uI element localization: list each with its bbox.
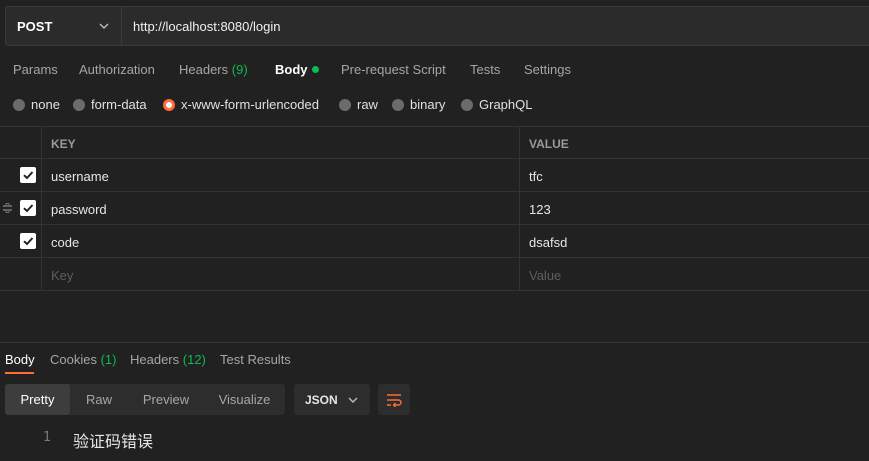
column-divider: [519, 225, 520, 257]
response-headers-count: (12): [182, 352, 206, 367]
column-divider: [519, 192, 520, 224]
row-checkbox[interactable]: [20, 200, 36, 216]
request-url-bar: POST http://localhost:8080/login: [5, 6, 869, 46]
radio-graphql[interactable]: GraphQL: [461, 97, 532, 112]
radio-circle-icon: [461, 98, 473, 111]
response-body-text: 验证码错误: [73, 432, 154, 451]
method-label: POST: [17, 18, 53, 34]
key-placeholder-input[interactable]: Key: [51, 268, 73, 283]
radio-none[interactable]: none: [13, 97, 60, 112]
tab-body-label: Body: [275, 62, 308, 77]
column-divider: [41, 159, 42, 191]
column-divider: [519, 127, 520, 158]
radio-selected-icon: [163, 98, 175, 111]
table-row: username tfc: [0, 159, 869, 192]
response-tab-test-results[interactable]: Test Results: [220, 352, 291, 367]
column-divider: [41, 258, 42, 290]
wrap-lines-button[interactable]: [378, 384, 410, 415]
radio-none-label: none: [31, 97, 60, 112]
response-code-line: 1 验证码错误: [0, 428, 869, 451]
column-divider: [41, 127, 42, 158]
response-tab-body[interactable]: Body: [5, 352, 35, 367]
body-type-radios: none form-data x-www-form-urlencoded raw…: [0, 97, 869, 115]
row-checkbox[interactable]: [20, 233, 36, 249]
table-row: password 123: [0, 192, 869, 225]
tab-headers-count: (9): [231, 62, 248, 77]
radio-circle-icon: [392, 98, 404, 111]
tab-settings[interactable]: Settings: [524, 62, 571, 77]
view-pretty-button[interactable]: Pretty: [5, 384, 70, 415]
radio-circle-icon: [339, 98, 351, 111]
radio-circle-icon: [73, 98, 85, 111]
view-preview-button[interactable]: Preview: [128, 384, 204, 415]
radio-binary-label: binary: [410, 97, 446, 112]
table-header-row: KEY VALUE: [0, 126, 869, 159]
value-cell[interactable]: 123: [529, 202, 551, 217]
column-divider: [519, 159, 520, 191]
tab-headers-label: Headers: [179, 62, 229, 77]
column-divider: [519, 258, 520, 290]
tab-prerequest-script[interactable]: Pre-request Script: [341, 62, 446, 77]
radio-binary[interactable]: binary: [392, 97, 445, 112]
request-tabs: Params Authorization Headers (9) Body Pr…: [0, 62, 869, 82]
format-label: JSON: [305, 392, 338, 407]
response-tabs: Body Cookies (1) Headers (12) Test Resul…: [0, 352, 869, 374]
column-divider: [41, 225, 42, 257]
tab-tests[interactable]: Tests: [470, 62, 500, 77]
radio-graphql-label: GraphQL: [479, 97, 533, 112]
checkmark-icon: [23, 171, 34, 180]
active-tab-underline: [5, 372, 34, 374]
radio-raw-label: raw: [357, 97, 378, 112]
key-cell[interactable]: code: [51, 235, 79, 250]
response-tab-cookies[interactable]: Cookies (1): [50, 352, 116, 367]
tab-headers[interactable]: Headers (9): [179, 62, 248, 77]
header-value: VALUE: [529, 137, 569, 151]
chevron-down-icon: [99, 23, 109, 29]
params-table: KEY VALUE username tfc password 123 code…: [0, 126, 869, 291]
url-input[interactable]: http://localhost:8080/login: [122, 19, 280, 34]
wrap-lines-icon: [387, 393, 402, 407]
radio-form-data-label: form-data: [91, 97, 147, 112]
table-row-empty: Key Value: [0, 258, 869, 291]
value-cell[interactable]: dsafsd: [529, 235, 567, 250]
radio-circle-icon: [13, 98, 25, 111]
view-visualize-button[interactable]: Visualize: [204, 384, 285, 415]
column-divider: [41, 192, 42, 224]
header-key: KEY: [51, 137, 76, 151]
cookies-label: Cookies: [50, 352, 97, 367]
method-select[interactable]: POST: [6, 7, 122, 45]
key-cell[interactable]: username: [51, 169, 109, 184]
body-active-dot: [311, 66, 319, 73]
tab-authorization[interactable]: Authorization: [79, 62, 155, 77]
line-number: 1: [43, 430, 51, 445]
checkmark-icon: [23, 237, 34, 246]
view-raw-button[interactable]: Raw: [70, 384, 128, 415]
response-tab-headers[interactable]: Headers (12): [130, 352, 206, 367]
cookies-count: (1): [100, 352, 117, 367]
key-cell[interactable]: password: [51, 202, 107, 217]
drag-handle-icon[interactable]: [2, 203, 13, 213]
tab-params[interactable]: Params: [13, 62, 58, 77]
row-checkbox[interactable]: [20, 167, 36, 183]
radio-urlencoded[interactable]: x-www-form-urlencoded: [163, 97, 319, 112]
table-row: code dsafsd: [0, 225, 869, 258]
checkmark-icon: [23, 204, 34, 213]
value-cell[interactable]: tfc: [529, 169, 543, 184]
radio-raw[interactable]: raw: [339, 97, 378, 112]
radio-form-data[interactable]: form-data: [73, 97, 147, 112]
response-divider: [0, 342, 869, 343]
value-placeholder-input[interactable]: Value: [529, 268, 561, 283]
chevron-down-icon: [348, 397, 358, 403]
view-mode-group: Pretty Raw Preview Visualize: [5, 384, 285, 415]
format-select[interactable]: JSON: [294, 384, 370, 415]
radio-urlencoded-label: x-www-form-urlencoded: [181, 97, 319, 112]
response-headers-label: Headers: [130, 352, 180, 367]
tab-body[interactable]: Body: [275, 62, 319, 77]
